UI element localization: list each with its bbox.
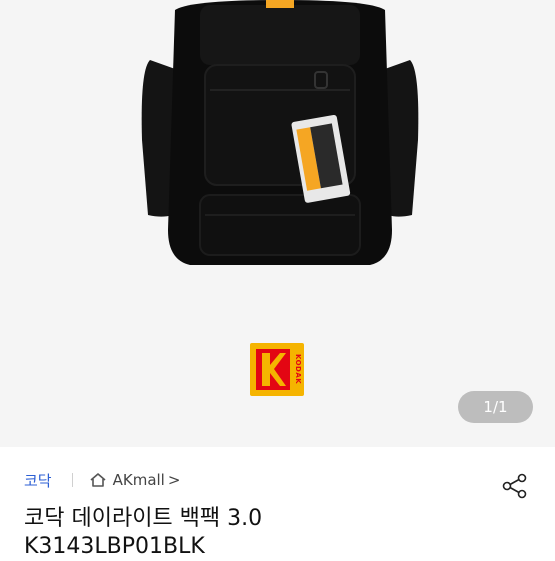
- kodak-logo-wordmark: KODAK: [294, 354, 302, 385]
- product-image: [130, 0, 430, 275]
- breadcrumb-divider: [71, 473, 73, 487]
- mall-link[interactable]: AKmall >: [89, 471, 181, 489]
- breadcrumb: 코닥 AKmall >: [24, 469, 180, 491]
- home-icon: [90, 473, 106, 487]
- product-title-line2: K3143LBP01BLK: [24, 534, 205, 559]
- product-image-gallery[interactable]: KODAK 1/1: [0, 0, 555, 447]
- chevron-right-icon: >: [167, 471, 181, 489]
- kodak-logo: KODAK: [250, 343, 304, 396]
- product-title: 코닥 데이라이트 백팩 3.0 K3143LBP01BLK: [24, 505, 544, 561]
- share-icon[interactable]: [501, 472, 529, 500]
- page-indicator: 1/1: [458, 391, 533, 423]
- product-title-line1: 코닥 데이라이트 백팩 3.0: [24, 506, 263, 531]
- product-info: 코닥 AKmall > 코닥 데이라이트 백팩 3.0 K3143LBP01BL…: [0, 447, 555, 559]
- brand-link[interactable]: 코닥: [24, 470, 52, 491]
- mall-name: AKmall: [112, 471, 165, 489]
